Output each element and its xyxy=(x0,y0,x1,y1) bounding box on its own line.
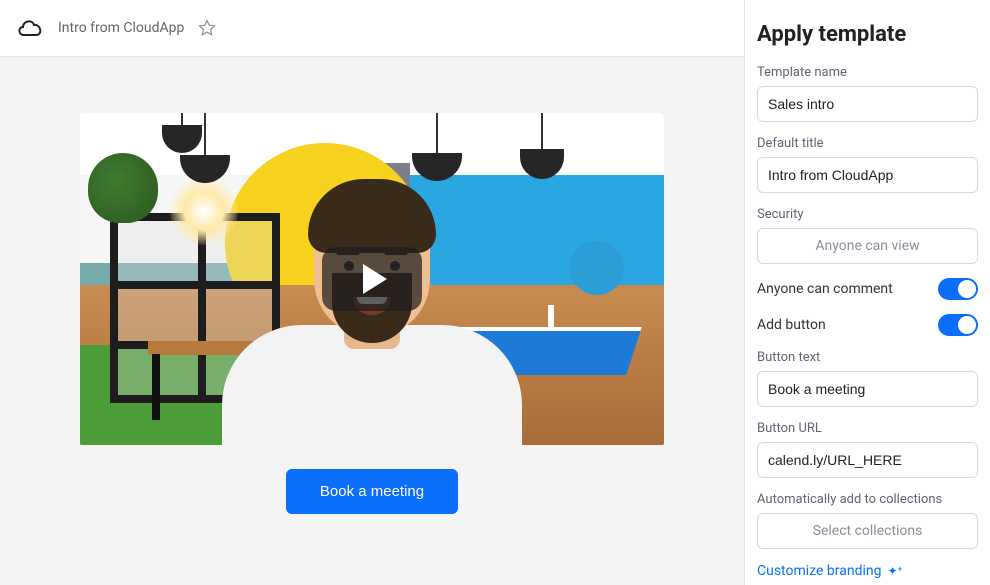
comment-toggle[interactable] xyxy=(938,278,978,300)
default-title-label: Default title xyxy=(757,136,978,151)
customize-branding-link[interactable]: Customize branding ✦⁺ xyxy=(757,563,902,579)
template-name-label: Template name xyxy=(757,65,978,80)
play-icon xyxy=(363,264,387,294)
button-text-label: Button text xyxy=(757,350,978,365)
star-icon xyxy=(198,19,216,37)
button-url-input[interactable] xyxy=(757,442,978,478)
collections-select[interactable]: Select collections xyxy=(757,513,978,549)
main-panel: Intro from CloudApp xyxy=(0,0,744,585)
sparkle-icon: ✦⁺ xyxy=(887,564,902,578)
button-url-label: Button URL xyxy=(757,421,978,436)
template-name-input[interactable] xyxy=(757,86,978,122)
sidebar-heading: Apply template xyxy=(757,22,978,47)
page-title: Intro from CloudApp xyxy=(58,20,184,36)
topbar: Intro from CloudApp xyxy=(0,0,744,57)
sidebar: Apply template Template name Default tit… xyxy=(744,0,990,585)
collections-label: Automatically add to collections xyxy=(757,492,978,507)
cta-button[interactable]: Book a meeting xyxy=(286,469,458,514)
security-select[interactable]: Anyone can view xyxy=(757,228,978,264)
comment-toggle-label: Anyone can comment xyxy=(757,281,893,297)
play-button[interactable] xyxy=(322,247,422,311)
security-label: Security xyxy=(757,207,978,222)
default-title-input[interactable] xyxy=(757,157,978,193)
preview-stage: Book a meeting xyxy=(0,57,744,585)
add-button-toggle-label: Add button xyxy=(757,317,826,333)
video-preview[interactable] xyxy=(80,113,664,445)
cloud-logo-icon xyxy=(16,17,44,39)
add-button-toggle[interactable] xyxy=(938,314,978,336)
favorite-star-button[interactable] xyxy=(198,19,216,37)
button-text-input[interactable] xyxy=(757,371,978,407)
customize-branding-label: Customize branding xyxy=(757,563,881,579)
